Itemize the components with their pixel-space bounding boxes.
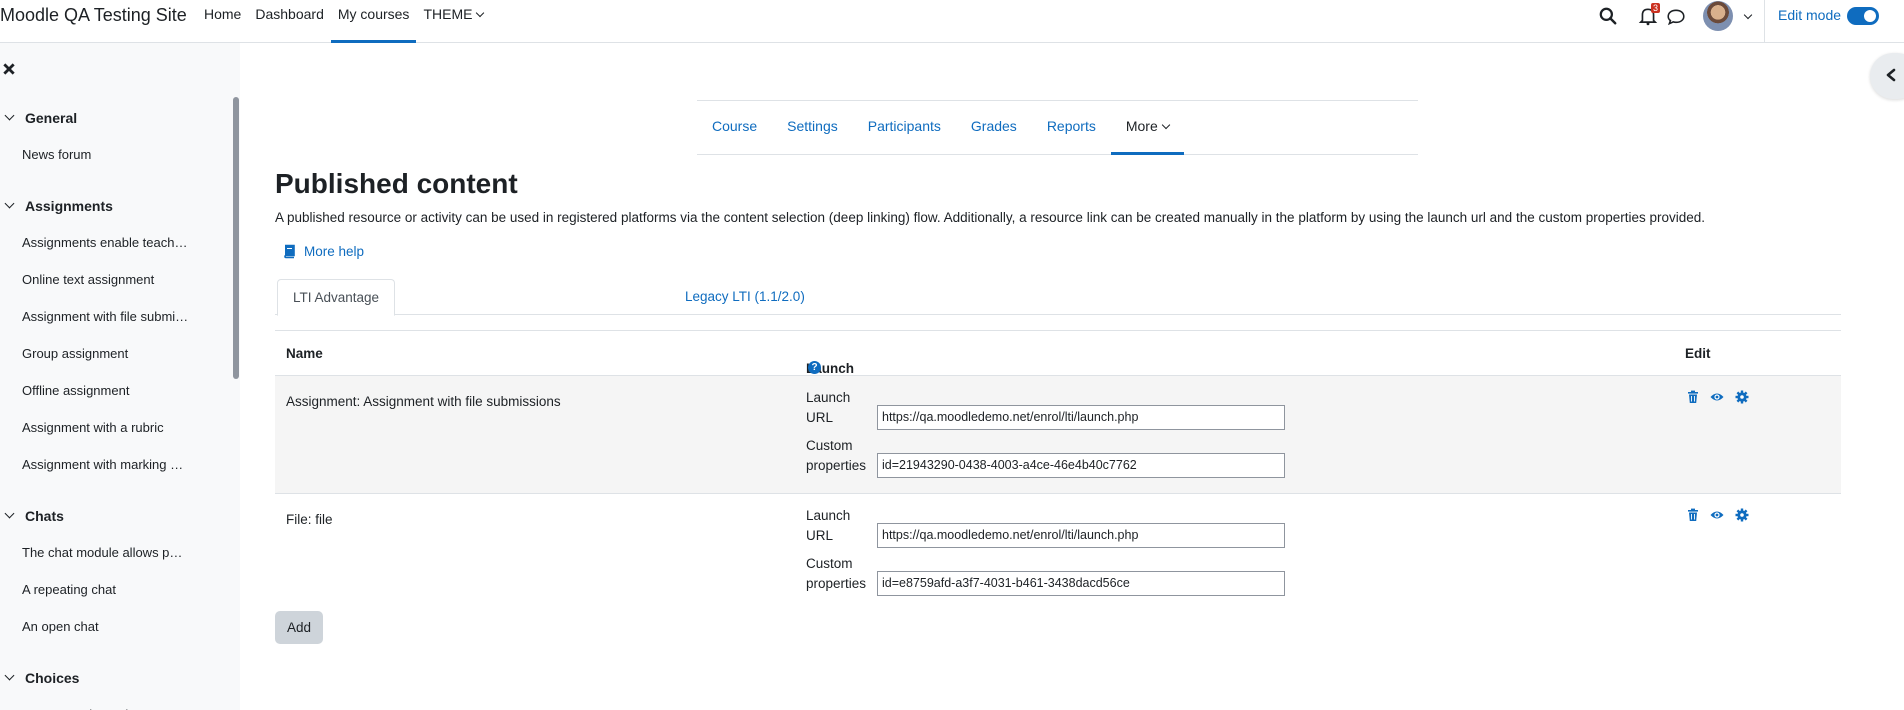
section-title: Choices — [25, 669, 80, 686]
page-title: Published content — [275, 168, 518, 199]
section-chats[interactable]: Chats — [0, 497, 230, 534]
section-general[interactable]: General — [0, 99, 230, 136]
course-index-item[interactable]: News forum — [0, 136, 200, 173]
tab-course[interactable]: Course — [697, 101, 772, 154]
section-title: Assignments — [25, 197, 113, 214]
course-index-item[interactable]: Assignment with a rubric — [0, 409, 200, 446]
more-help-link[interactable]: More help — [283, 244, 364, 259]
section-title: General — [25, 109, 78, 126]
nav-my-courses[interactable]: My courses — [330, 0, 417, 43]
drawer-scrollbar[interactable] — [233, 97, 239, 379]
divider — [1764, 0, 1765, 43]
book-icon — [284, 244, 295, 259]
published-content-table: Name Launch details? Edit Assignment: As… — [275, 330, 1841, 602]
tab-participants[interactable]: Participants — [853, 101, 956, 154]
launch-url-field[interactable]: https://qa.moodledemo.net/enrol/lti/laun… — [877, 523, 1285, 548]
tab-reports[interactable]: Reports — [1032, 101, 1111, 154]
course-index-list: General News forum Assignments Assignmen… — [0, 99, 230, 710]
course-index-item[interactable]: Offline assignment — [0, 372, 200, 409]
edit-mode-label: Edit mode — [1778, 7, 1842, 23]
course-index-item[interactable]: Group assignment — [0, 335, 200, 372]
eye-icon[interactable] — [1710, 508, 1724, 522]
section-choices[interactable]: Choices — [0, 659, 230, 696]
section-assignments[interactable]: Assignments — [0, 187, 230, 224]
nav-dashboard[interactable]: Dashboard — [248, 0, 331, 43]
course-index-item[interactable]: Assignment with marking … — [0, 446, 200, 483]
nav-home[interactable]: Home — [197, 0, 248, 43]
column-header-name: Name — [286, 346, 323, 361]
tab-legacy-lti[interactable]: Legacy LTI (1.1/2.0) — [670, 279, 820, 316]
tab-settings[interactable]: Settings — [772, 101, 853, 154]
course-index-item[interactable]: Here a teacher asks a que… — [0, 696, 200, 710]
primary-navigation: Home Dashboard My courses THEME — [197, 0, 490, 43]
add-button[interactable]: Add — [275, 611, 323, 644]
section-title: Chats — [25, 507, 64, 524]
trash-icon[interactable] — [1686, 508, 1700, 522]
chevron-down-icon — [4, 198, 15, 209]
custom-properties-label: Custom properties — [806, 556, 867, 591]
chevron-down-icon — [4, 670, 15, 681]
edit-mode-toggle[interactable] — [1847, 7, 1879, 25]
course-index-item[interactable]: An open chat — [0, 608, 200, 645]
search-icon[interactable] — [1598, 6, 1618, 26]
chevron-left-icon — [1886, 68, 1896, 82]
nav-theme-dropdown[interactable]: THEME — [416, 0, 490, 43]
secondary-navigation: Course Settings Participants Grades Repo… — [697, 100, 1418, 155]
lti-tabs: LTI Advantage Legacy LTI (1.1/2.0) — [275, 278, 1841, 316]
course-index-item[interactable]: Assignment with file submi… — [0, 298, 200, 335]
launch-url-label: Launch URL — [806, 508, 851, 543]
messages-icon[interactable] — [1666, 7, 1686, 27]
notification-count-badge: 3 — [1651, 3, 1661, 13]
trash-icon[interactable] — [1686, 390, 1700, 404]
course-index-item[interactable]: Online text assignment — [0, 261, 200, 298]
custom-properties-label: Custom properties — [806, 438, 867, 473]
page-description: A published resource or activity can be … — [275, 210, 1706, 225]
user-menu-chevron-icon[interactable] — [1743, 10, 1753, 20]
top-navbar: Moodle QA Testing Site Home Dashboard My… — [0, 0, 1904, 43]
table-row: File: file Launch URL https://qa.moodled… — [275, 494, 1841, 602]
course-index-item[interactable]: Assignments enable teach… — [0, 224, 200, 261]
launch-url-field[interactable]: https://qa.moodledemo.net/enrol/lti/laun… — [877, 405, 1285, 430]
tab-more[interactable]: More — [1110, 101, 1184, 155]
gear-icon[interactable] — [1735, 508, 1749, 522]
nav-theme-label: THEME — [423, 6, 473, 22]
site-name[interactable]: Moodle QA Testing Site — [0, 5, 187, 26]
table-row: Assignment: Assignment with file submiss… — [275, 376, 1841, 494]
tab-grades[interactable]: Grades — [956, 101, 1032, 154]
course-index-item[interactable]: A repeating chat — [0, 571, 200, 608]
tab-lti-advantage[interactable]: LTI Advantage — [277, 279, 396, 316]
more-help-label: More help — [304, 244, 365, 259]
course-index-item[interactable]: The chat module allows p… — [0, 534, 200, 571]
tab-more-label: More — [1125, 118, 1158, 134]
custom-properties-field[interactable]: id=21943290-0438-4003-a4ce-46e4b40c7762 — [877, 453, 1285, 478]
course-index-drawer: General News forum Assignments Assignmen… — [0, 43, 240, 710]
eye-icon[interactable] — [1710, 390, 1724, 404]
user-avatar[interactable] — [1703, 1, 1733, 31]
column-header-edit: Edit — [1685, 346, 1711, 361]
close-icon[interactable] — [2, 62, 16, 76]
table-header: Name Launch details? Edit — [275, 330, 1841, 391]
chevron-down-icon — [4, 508, 15, 519]
chevron-down-icon — [4, 110, 15, 121]
content-name: Assignment: Assignment with file submiss… — [286, 394, 561, 409]
gear-icon[interactable] — [1735, 390, 1749, 404]
content-name: File: file — [286, 512, 333, 527]
block-drawer-toggle[interactable] — [1870, 53, 1904, 99]
chevron-down-icon — [1161, 120, 1170, 130]
help-icon[interactable]: ? — [808, 361, 821, 374]
launch-url-label: Launch URL — [806, 390, 851, 425]
custom-properties-field[interactable]: id=e8759afd-a3f7-4031-b461-3438dacd56ce — [877, 571, 1285, 596]
chevron-down-icon — [476, 8, 485, 18]
